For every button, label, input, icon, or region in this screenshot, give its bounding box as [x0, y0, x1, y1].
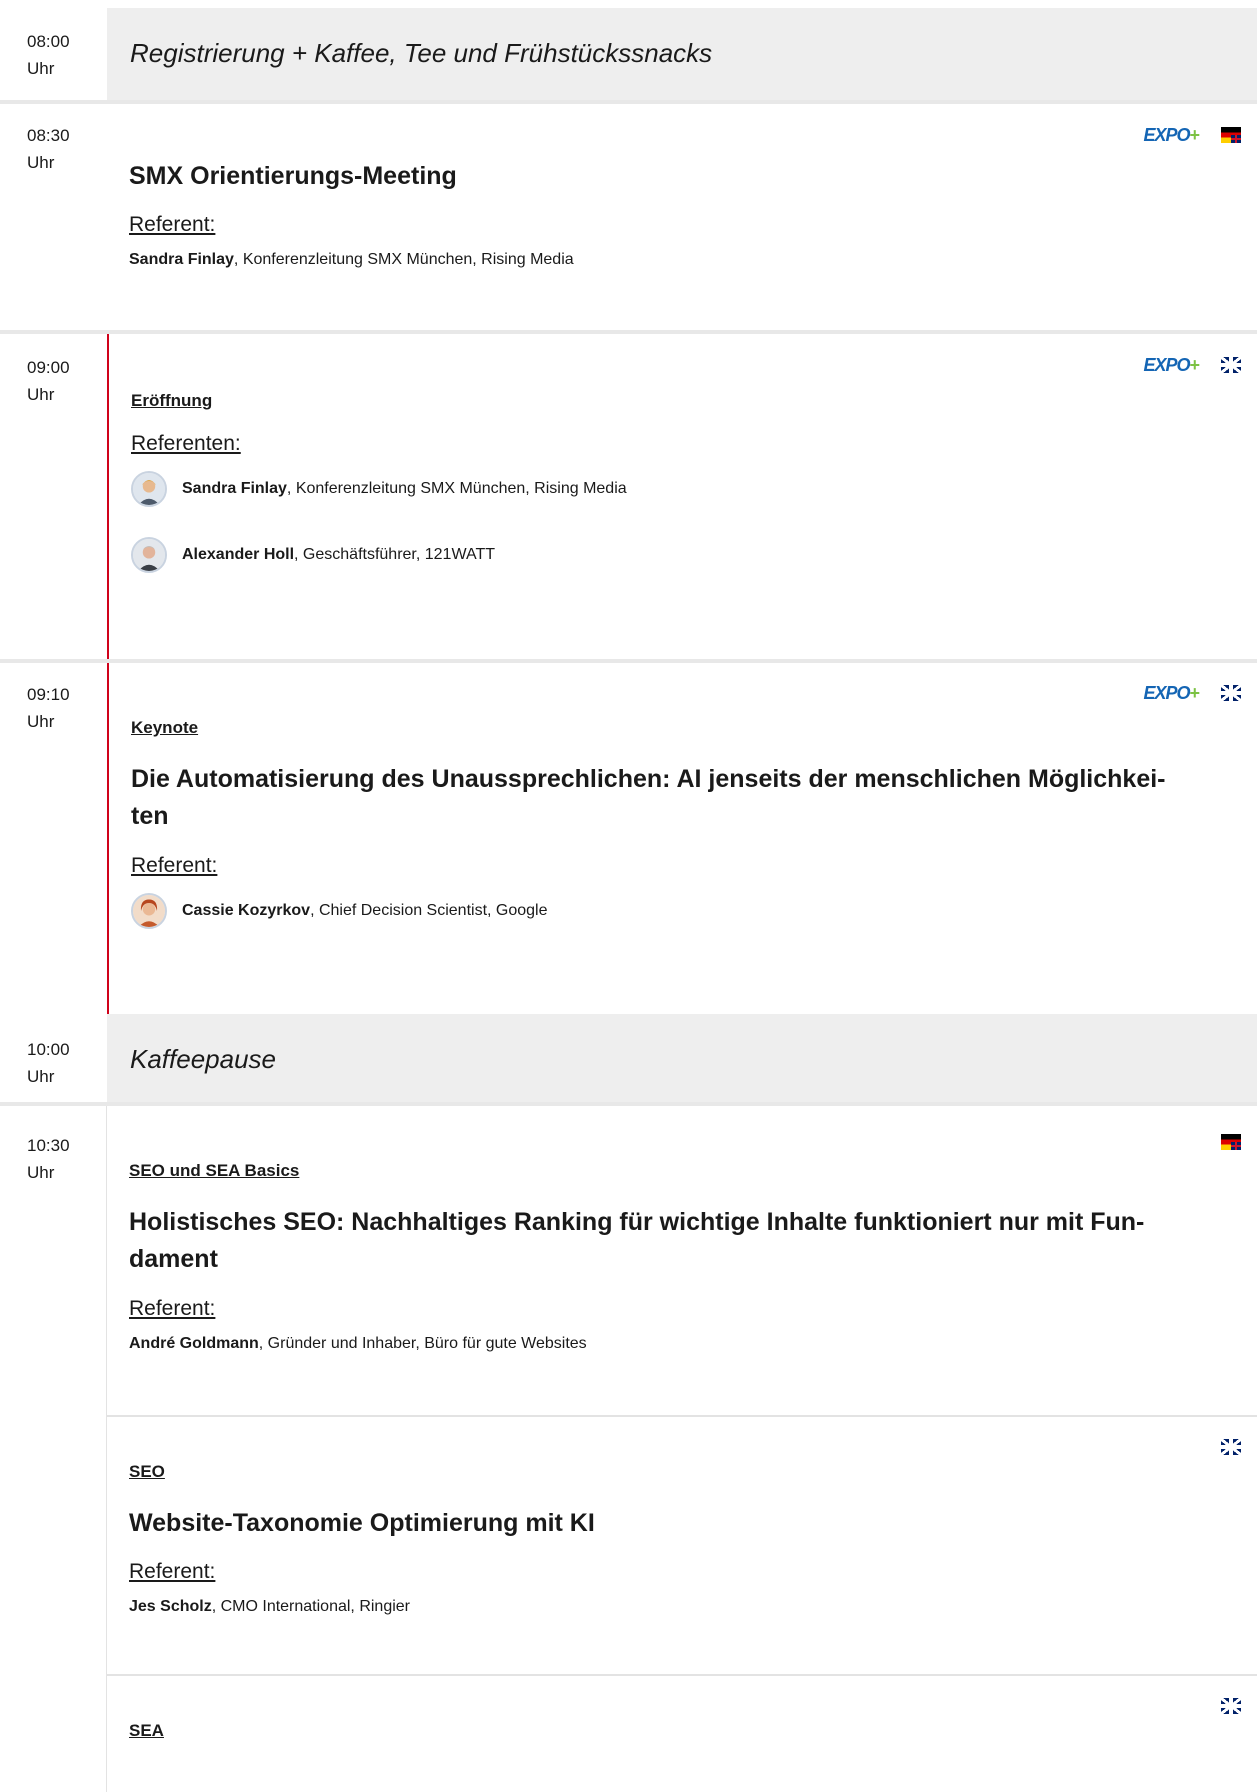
break-cell: Registrierung + Kaffee, Tee und Frühstüc… [107, 8, 1257, 100]
speaker-entry[interactable]: Jes Scholz, CMO International, Ringier [129, 1596, 410, 1618]
speaker-label: Referent: [129, 213, 216, 236]
track-link[interactable]: SEO und SEA Basics [129, 1161, 299, 1181]
speaker-entry[interactable]: Sandra Finlay, Konferenzleitung SMX Münc… [182, 478, 627, 500]
session-title[interactable]: SMX Orientierungs-Meeting [129, 158, 1219, 195]
agenda-page: 08:00 Uhr Registrierung + Kaffee, Tee und… [0, 0, 1257, 1792]
speaker-label: Referent: [131, 854, 218, 877]
break-cell: Kaffeepause [107, 1014, 1257, 1102]
session-title[interactable]: Die Automatisierung des Unaussprechliche… [131, 761, 1221, 835]
session-title[interactable]: Holistisches SEO: Nachhaltiges Ranking f… [129, 1204, 1219, 1278]
language-de-en-flag-icon [1221, 127, 1241, 143]
session-badges [1221, 1134, 1241, 1150]
language-en-flag-icon [1221, 1439, 1241, 1455]
speaker-label: Referent: [129, 1297, 216, 1320]
break-title: Kaffeepause [130, 1044, 277, 1074]
speaker-avatar[interactable] [131, 537, 167, 573]
session-cell: EXPO+ Eröffnung Referenten: Sandra Finla… [107, 334, 1257, 659]
session-badges [1221, 1698, 1241, 1714]
session-time: 09:00 Uhr [27, 358, 70, 404]
session-badges: EXPO+ [1143, 126, 1241, 144]
track-link[interactable]: SEA [129, 1721, 164, 1741]
session-cell: EXPO+ Keynote Die Automatisierung des Un… [107, 663, 1257, 1014]
session-cell: SEO und SEA Basics Holistisches SEO: Nac… [107, 1106, 1257, 1416]
speaker-entry[interactable]: Cassie Kozyrkov, Chief Decision Scientis… [182, 900, 548, 922]
session-time: 08:00 Uhr [27, 32, 70, 78]
session-badges: EXPO+ [1143, 684, 1241, 702]
session-time: 10:30 Uhr [27, 1136, 70, 1182]
expo-plus-icon: EXPO+ [1143, 125, 1199, 145]
session-badges [1221, 1439, 1241, 1455]
session-cell: SEA [107, 1674, 1257, 1792]
session-cell: SEO Website-Taxonomie Optimierung mit KI… [107, 1415, 1257, 1675]
session-time: 08:30 Uhr [27, 126, 70, 172]
session-badges: EXPO+ [1143, 356, 1241, 374]
session-time: 10:00 Uhr [27, 1040, 70, 1086]
speaker-avatar[interactable] [131, 893, 167, 929]
session-title[interactable]: Website-Taxonomie Optimierung mit KI [129, 1505, 1219, 1542]
language-en-flag-icon [1221, 357, 1241, 373]
break-title: Registrierung + Kaffee, Tee und Frühstüc… [130, 38, 713, 68]
language-de-en-flag-icon [1221, 1134, 1241, 1150]
speaker-entry[interactable]: Sandra Finlay, Konferenzleitung SMX Münc… [129, 249, 574, 271]
expo-plus-icon: EXPO+ [1143, 355, 1199, 375]
track-link[interactable]: SEO [129, 1462, 165, 1482]
speaker-entry[interactable]: André Goldmann, Gründer und Inhaber, Bür… [129, 1333, 587, 1355]
speaker-label: Referent: [129, 1560, 216, 1583]
track-link[interactable]: Eröffnung [131, 391, 212, 411]
expo-plus-icon: EXPO+ [1143, 683, 1199, 703]
language-en-flag-icon [1221, 1698, 1241, 1714]
session-time: 09:10 Uhr [27, 685, 70, 731]
speaker-label: Referenten: [131, 432, 241, 455]
speaker-avatar[interactable] [131, 471, 167, 507]
language-en-flag-icon [1221, 685, 1241, 701]
track-link[interactable]: Keynote [131, 718, 198, 738]
speaker-entry[interactable]: Alexander Holl, Geschäftsführer, 121WATT [182, 544, 495, 566]
session-cell: EXPO+ SMX Orientierungs-Meeting Referent… [107, 104, 1257, 330]
